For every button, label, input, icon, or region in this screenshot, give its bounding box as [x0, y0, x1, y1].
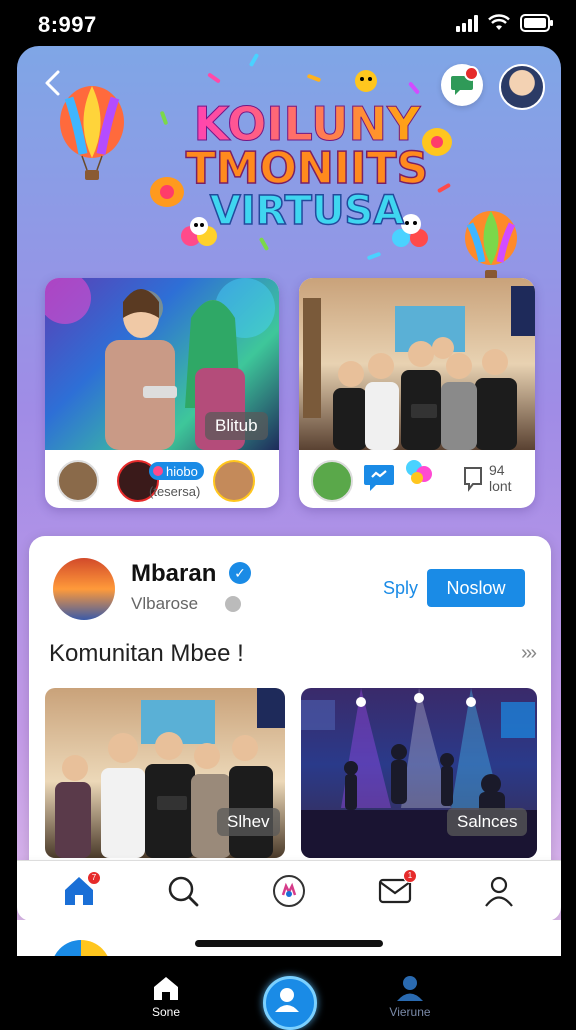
person-icon: [397, 976, 423, 1001]
feed-photo-right[interactable]: Salnces: [301, 688, 537, 858]
confetti: [306, 73, 322, 83]
confetti: [407, 81, 421, 95]
app-screen: KOILUNY TMONIITS VIRTUSA Blitub hiobo (t…: [17, 46, 561, 956]
post-author-subtitle: Vlbarose: [131, 594, 199, 613]
follow-button[interactable]: Noslow: [427, 569, 525, 607]
center-profile-button[interactable]: [263, 976, 317, 1030]
card-sub-label: (tesersa): [149, 484, 201, 499]
home-icon: [154, 977, 178, 1000]
photo-tag: Blitub: [205, 412, 268, 440]
more-chevrons-icon[interactable]: ›››: [521, 642, 537, 665]
event-photo: Blitub: [45, 278, 279, 450]
next-post-avatar: [51, 940, 111, 956]
photo-tag: Salnces: [447, 808, 528, 836]
confetti: [248, 52, 260, 68]
group-scene: [303, 286, 535, 450]
wifi-icon: [488, 14, 510, 30]
hero-title-line-2: TMONIITS: [185, 143, 429, 194]
confetti: [258, 236, 270, 252]
user-avatar: [213, 460, 255, 502]
event-card-left[interactable]: Blitub hiobo (tesersa): [45, 278, 279, 508]
confetti: [366, 251, 382, 261]
nav-profile[interactable]: Vierune: [370, 974, 450, 1019]
nav-home[interactable]: Sone: [126, 974, 206, 1019]
create-icon[interactable]: [271, 873, 307, 909]
globe-icon: [225, 596, 241, 612]
comment-count: 94: [489, 462, 505, 478]
tab-bar: 7 1: [17, 860, 561, 921]
home-badge: 7: [87, 871, 101, 885]
verified-badge-icon: ✓: [229, 562, 251, 584]
feed-photo-left[interactable]: Slhev: [45, 688, 285, 858]
status-bar: 8:997: [0, 0, 576, 46]
photo-tag: Slhev: [217, 808, 280, 836]
person-icon: [275, 988, 299, 1012]
community-title: Komunitan Mbee !: [49, 640, 244, 667]
hero-title-line-1: KOILUNY: [177, 101, 437, 148]
group-avatar: [57, 460, 99, 502]
hero-title: KOILUNY TMONIITS VIRTUSA: [177, 101, 437, 234]
event-card-right[interactable]: 94 lont: [299, 278, 535, 508]
confetti: [159, 110, 169, 126]
confetti: [207, 72, 221, 84]
user-avatar: [311, 460, 353, 502]
hot-air-balloon-icon: [60, 86, 124, 180]
home-indicator[interactable]: [195, 940, 383, 947]
confetti: [436, 182, 452, 194]
message-icon[interactable]: [363, 464, 395, 492]
comment-count-label: lont: [489, 478, 512, 494]
reply-link[interactable]: Sply: [383, 578, 418, 599]
trophy-character-icon: [355, 70, 377, 92]
badge-label: hiobo: [166, 463, 198, 479]
badge-icon: [153, 466, 163, 476]
event-photo: [299, 278, 535, 450]
signal-icon: [456, 14, 478, 32]
comment-icon[interactable]: [463, 466, 483, 492]
nav-home-label: Sone: [151, 1005, 181, 1019]
hiobo-badge: hiobo: [149, 462, 204, 480]
inbox-badge: 1: [403, 869, 417, 883]
battery-icon: [520, 14, 553, 32]
next-post-peek: [17, 920, 561, 956]
post-author-name[interactable]: Mbaran: [131, 560, 216, 588]
nav-profile-label: Vierune: [389, 1005, 431, 1019]
status-icons: [456, 14, 554, 32]
hot-air-balloon-icon: [465, 211, 517, 279]
hero-title-line-3: VIRTUSA: [209, 188, 405, 234]
status-time: 8:997: [38, 12, 97, 37]
search-icon[interactable]: [165, 873, 201, 909]
profile-icon[interactable]: [481, 873, 517, 909]
balloons-icon: [406, 460, 432, 484]
feed-post-card: Mbaran ✓ Vlbarose Sply Noslow Komunitan …: [29, 536, 551, 876]
post-author-avatar[interactable]: [53, 558, 115, 620]
